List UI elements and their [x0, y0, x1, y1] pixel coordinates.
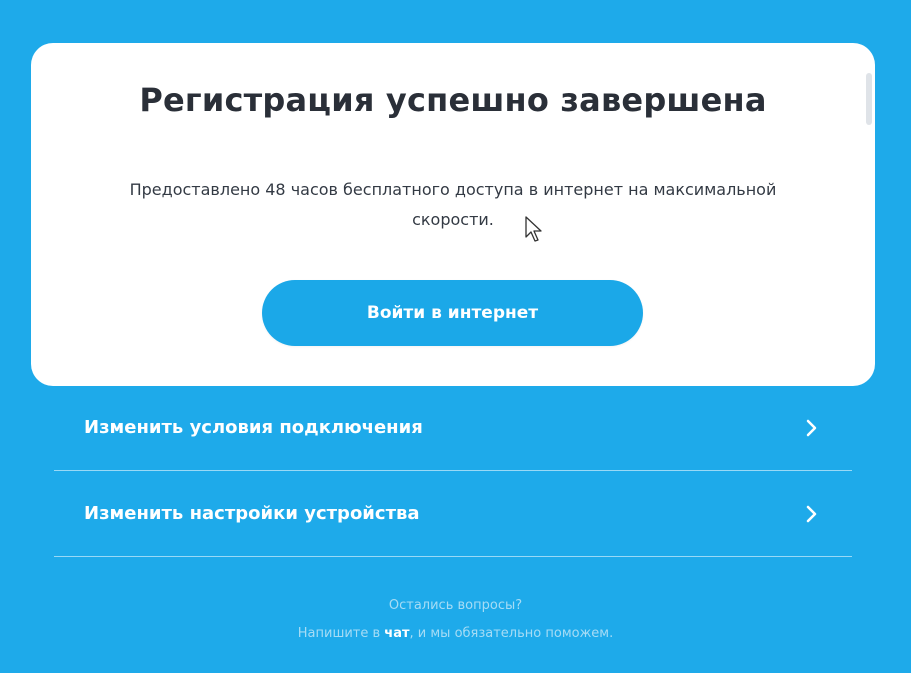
access-description-line2: скорости. — [412, 210, 494, 229]
menu-item-label: Изменить условия подключения — [84, 417, 423, 438]
footer-prefix: Напишите в — [297, 626, 385, 641]
access-description-line1: Предоставлено 48 часов бесплатного досту… — [129, 180, 777, 199]
menu-item-connection-terms[interactable]: Изменить условия подключения — [54, 385, 852, 471]
help-footer: Остались вопросы? Напишите в чат, и мы о… — [0, 592, 911, 648]
footer-question: Остались вопросы? — [388, 598, 523, 613]
chevron-right-icon — [802, 418, 822, 438]
chevron-right-icon — [802, 504, 822, 524]
access-description: Предоставлено 48 часов бесплатного досту… — [71, 175, 835, 235]
chat-link[interactable]: чат — [384, 626, 409, 641]
footer-help-line: Напишите в чат, и мы обязательно поможем… — [0, 620, 911, 648]
menu-item-label: Изменить настройки устройства — [84, 503, 420, 524]
footer-suffix: , и мы обязательно поможем. — [409, 626, 614, 641]
registration-success-card: Регистрация успешно завершена Предоставл… — [31, 43, 875, 386]
page-title: Регистрация успешно завершена — [139, 81, 767, 119]
page: Регистрация успешно завершена Предоставл… — [0, 0, 911, 673]
menu-item-device-settings[interactable]: Изменить настройки устройства — [54, 471, 852, 557]
scrollbar-thumb[interactable] — [866, 73, 872, 125]
login-internet-button[interactable]: Войти в интернет — [262, 280, 643, 346]
mouse-pointer-icon — [524, 215, 544, 245]
